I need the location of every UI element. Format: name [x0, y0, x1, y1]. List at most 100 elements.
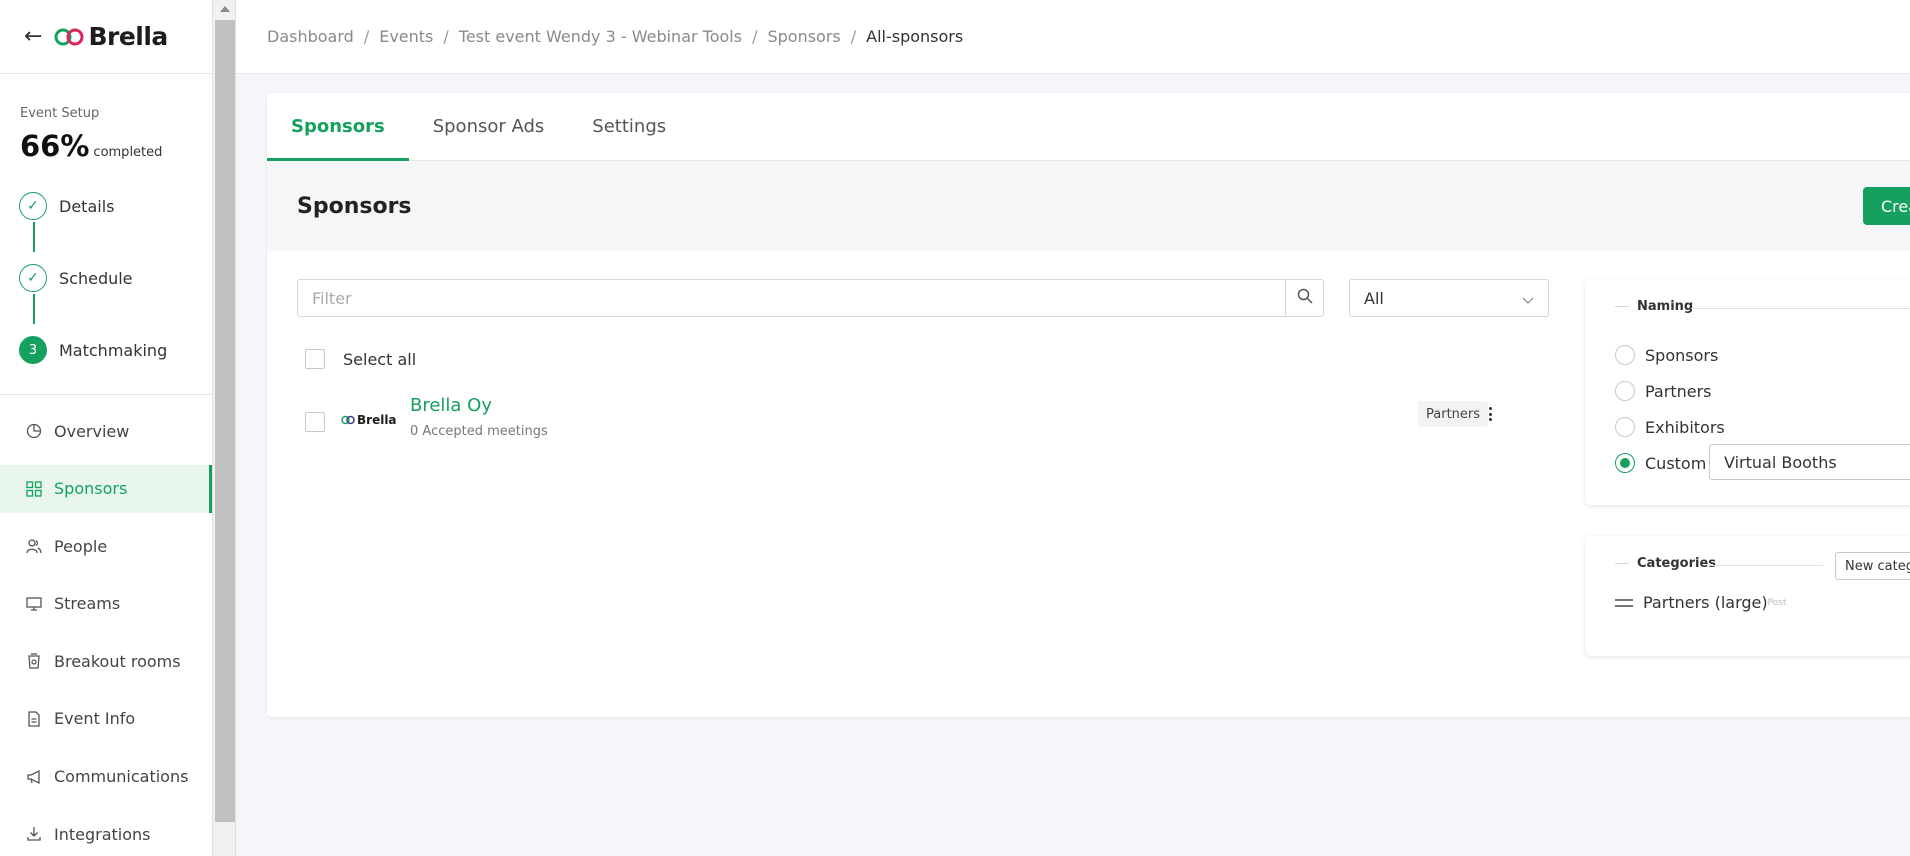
breadcrumb: Dashboard / Events / Test event Wendy 3 …: [236, 0, 1910, 74]
breadcrumb-separator: /: [752, 27, 758, 46]
tab-sponsor-ads[interactable]: Sponsor Ads: [409, 93, 569, 160]
breadcrumb-separator: /: [850, 27, 857, 46]
naming-panel: Naming Sponsors Partners Exhibitors Cust…: [1585, 279, 1910, 505]
setup-step-details[interactable]: ✓ Details: [19, 192, 114, 220]
cup-icon: [26, 653, 42, 670]
sidebar-nav: Overview Sponsors People Streams Breakou…: [0, 395, 212, 856]
event-setup-progress: Event Setup 66% completed ✓ Details ✓ Sc…: [0, 74, 212, 395]
back-arrow-icon[interactable]: ←: [24, 24, 42, 49]
categories-legend: Categories: [1615, 556, 1716, 571]
table-row: Brella Brella Oy 0 Accepted meetings Par…: [305, 391, 1555, 451]
setup-step-label: Matchmaking: [59, 340, 168, 360]
people-icon: [26, 538, 42, 554]
page-title: Sponsors: [297, 193, 412, 219]
logo-text: Brella: [88, 22, 168, 51]
sidebar-item-label: Streams: [54, 594, 121, 614]
step-connector: [33, 222, 35, 252]
tab-bar: Sponsors Sponsor Ads Settings: [267, 93, 1910, 161]
sidebar-item-integrations[interactable]: Integrations: [0, 810, 212, 856]
category-sub-label: Post: [1767, 597, 1787, 608]
sidebar-item-label: Sponsors: [54, 479, 128, 499]
radio-button[interactable]: [1615, 345, 1635, 365]
section-header: Sponsors Crea: [267, 161, 1910, 251]
sidebar-item-breakout-rooms[interactable]: Breakout rooms: [0, 637, 212, 685]
breadcrumb-dashboard[interactable]: Dashboard: [267, 27, 354, 46]
select-all-label: Select all: [343, 349, 417, 369]
step-connector: [33, 294, 35, 324]
category-badge: Partners: [1418, 401, 1489, 427]
megaphone-icon: [26, 769, 42, 785]
radio-label: Sponsors: [1645, 345, 1719, 365]
breadcrumb-separator: /: [363, 27, 370, 46]
check-icon: ✓: [19, 192, 47, 220]
naming-option-sponsors[interactable]: Sponsors: [1615, 345, 1718, 365]
sidebar-item-sponsors[interactable]: Sponsors: [0, 464, 212, 513]
custom-name-input[interactable]: Virtual Booths: [1709, 444, 1910, 480]
setup-label: Event Setup: [20, 106, 100, 121]
tab-sponsors[interactable]: Sponsors: [267, 93, 409, 161]
radio-label: Partners: [1645, 381, 1712, 401]
pie-chart-icon: [26, 423, 42, 439]
radio-button[interactable]: [1615, 417, 1635, 437]
sponsors-card: Sponsors Sponsor Ads Settings Sponsors C…: [267, 93, 1910, 717]
radio-button[interactable]: [1615, 453, 1635, 473]
naming-option-custom[interactable]: Custom: [1615, 453, 1706, 473]
radio-button[interactable]: [1615, 381, 1635, 401]
sidebar-item-label: Integrations: [54, 824, 151, 844]
category-select[interactable]: All: [1349, 279, 1549, 317]
grid-icon: [26, 480, 42, 497]
create-button[interactable]: Crea: [1863, 187, 1910, 225]
sidebar-item-communications[interactable]: Communications: [0, 753, 212, 801]
categories-panel: Categories New categ Partners (large) Po…: [1585, 536, 1910, 656]
setup-percent-label: completed: [93, 145, 163, 160]
sidebar-item-label: Event Info: [54, 709, 136, 729]
setup-step-label: Schedule: [59, 268, 133, 288]
categories-legend-label: Categories: [1637, 556, 1717, 571]
sidebar-header: ← Brella: [0, 0, 212, 74]
check-icon: ✓: [19, 264, 47, 292]
sidebar-scrollbar[interactable]: [212, 0, 236, 856]
drag-handle-icon[interactable]: [1615, 598, 1633, 607]
select-all[interactable]: Select all: [305, 349, 416, 369]
naming-option-exhibitors[interactable]: Exhibitors: [1615, 417, 1725, 437]
setup-step-label: Details: [59, 196, 115, 216]
sidebar-item-overview[interactable]: Overview: [0, 407, 212, 455]
naming-legend-label: Naming: [1637, 299, 1694, 314]
brella-logo[interactable]: Brella: [54, 22, 168, 51]
list-item[interactable]: Partners (large) Post: [1615, 593, 1786, 612]
breadcrumb-sponsors[interactable]: Sponsors: [767, 27, 840, 46]
scroll-up-arrow-icon[interactable]: [220, 6, 230, 12]
sidebar-item-people[interactable]: People: [0, 522, 212, 570]
search-button[interactable]: [1286, 279, 1324, 317]
filter-bar: [297, 279, 1324, 317]
setup-percent: 66% completed: [20, 129, 212, 163]
sidebar-item-label: Overview: [54, 421, 130, 441]
chevron-down-icon: [1522, 291, 1534, 310]
radio-label: Custom: [1645, 453, 1707, 473]
breadcrumb-events[interactable]: Events: [379, 27, 433, 46]
naming-option-partners[interactable]: Partners: [1615, 381, 1711, 401]
sponsor-logo: Brella: [341, 413, 397, 427]
setup-step-matchmaking[interactable]: 3 Matchmaking: [19, 336, 167, 364]
sponsor-name-link[interactable]: Brella Oy: [410, 395, 492, 416]
sidebar-item-event-info[interactable]: Event Info: [0, 695, 212, 743]
tab-settings[interactable]: Settings: [568, 93, 690, 160]
setup-step-schedule[interactable]: ✓ Schedule: [19, 264, 133, 292]
filter-input[interactable]: [297, 279, 1287, 317]
monitor-icon: [26, 596, 42, 612]
sidebar-item-label: Communications: [54, 767, 189, 787]
sidebar: ← Brella Event Setup 66% completed ✓ Det…: [0, 0, 212, 856]
row-checkbox[interactable]: [305, 412, 325, 432]
setup-percent-value: 66%: [20, 129, 90, 163]
sidebar-item-streams[interactable]: Streams: [0, 580, 212, 628]
select-all-checkbox[interactable]: [305, 349, 325, 369]
radio-label: Exhibitors: [1645, 417, 1725, 437]
scrollbar-thumb[interactable]: [215, 20, 235, 822]
step-number-badge: 3: [19, 336, 47, 364]
brella-logo-icon: [54, 27, 84, 47]
new-category-button[interactable]: New categ: [1835, 552, 1910, 580]
breadcrumb-separator: /: [443, 27, 449, 46]
more-options-icon[interactable]: [1481, 403, 1499, 425]
breadcrumb-event[interactable]: Test event Wendy 3 - Webinar Tools: [459, 27, 742, 46]
sponsor-meetings: 0 Accepted meetings: [410, 424, 548, 439]
